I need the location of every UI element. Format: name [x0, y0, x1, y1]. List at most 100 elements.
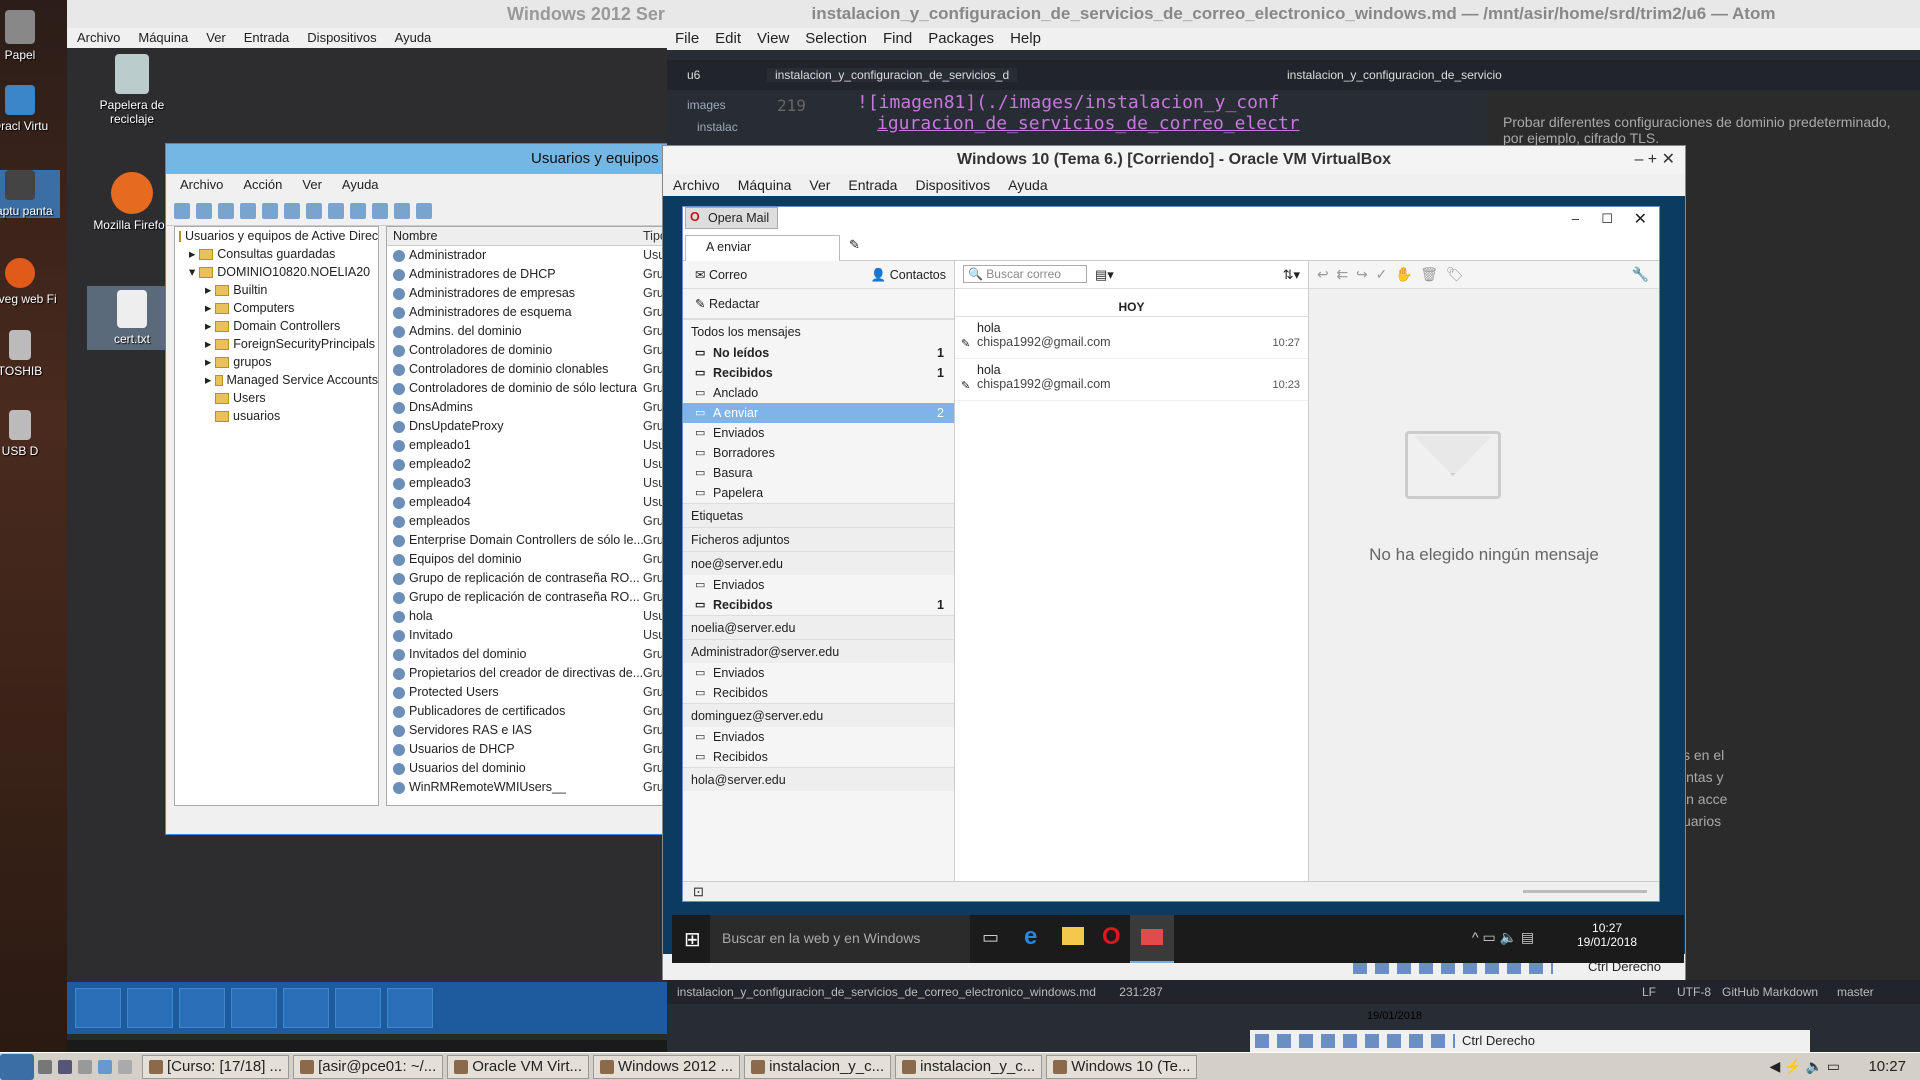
host-task-item[interactable]: instalacion_y_c...	[895, 1054, 1043, 1079]
show-tree-icon[interactable]	[240, 202, 256, 219]
tree-foreign[interactable]: ▸ ForeignSecurityPrincipals	[175, 335, 378, 353]
back-arrow-icon[interactable]	[174, 202, 190, 219]
table-row[interactable]: Administradores de DHCP Grup	[387, 265, 675, 284]
attachments-header[interactable]: Ficheros adjuntos	[683, 527, 954, 551]
firefox-taskbar-icon[interactable]	[283, 988, 329, 1028]
tree-images[interactable]: images	[687, 98, 726, 112]
labels-header[interactable]: Etiquetas	[683, 503, 954, 527]
usb-drive-icon[interactable]: USB D	[0, 410, 60, 458]
host-task-item[interactable]: Windows 2012 ...	[593, 1054, 741, 1079]
task-view-icon[interactable]: ▭	[982, 927, 999, 948]
account-folder-item[interactable]: ▭ Enviados	[683, 663, 954, 683]
papelera-icon-left[interactable]: Papel	[0, 10, 60, 62]
reply-all-icon[interactable]: ⇇	[1337, 266, 1349, 282]
folder-item[interactable]: ▭ Borradores	[683, 443, 954, 463]
table-row[interactable]: Protected Users Grup	[387, 683, 675, 702]
mail-button[interactable]: ✉ Correo	[683, 268, 747, 282]
filter-icon[interactable]	[394, 202, 410, 219]
properties-icon[interactable]	[262, 202, 278, 219]
systray-icons[interactable]: ^ ▭ 🔈 ▤	[1472, 929, 1534, 946]
opera-minimize-icon[interactable]: –	[1572, 211, 1579, 226]
menu-ver[interactable]: Ver	[206, 28, 226, 48]
forward-arrow-icon[interactable]	[196, 202, 212, 219]
quicklaunch-3-icon[interactable]	[78, 1059, 92, 1074]
settings-wrench-icon[interactable]: 🔧	[1632, 266, 1649, 283]
file-explorer-icon[interactable]	[1062, 927, 1084, 945]
refresh-icon[interactable]	[284, 202, 300, 219]
aduc-menu-ver[interactable]: Ver	[302, 174, 322, 196]
host-task-item[interactable]: [Curso: [17/18] ...	[142, 1054, 290, 1079]
reply-icon[interactable]: ↩	[1317, 266, 1329, 282]
folder-item[interactable]: ▭ Basura	[683, 463, 954, 483]
delete-icon[interactable]: 🗑	[1420, 266, 1438, 282]
win10-search-box[interactable]: Buscar en la web y en Windows	[710, 915, 970, 963]
status-file[interactable]: instalacion_y_configuracion_de_servicios…	[677, 985, 1096, 999]
opera-mail-taskbar-icon[interactable]	[1130, 915, 1174, 963]
powershell-icon[interactable]	[179, 988, 225, 1028]
explorer-icon[interactable]	[231, 988, 277, 1028]
account-header[interactable]: hola@server.edu	[683, 767, 954, 791]
table-row[interactable]: Propietarios del creador de directivas d…	[387, 664, 675, 683]
table-row[interactable]: DnsAdmins Grup	[387, 398, 675, 417]
forward-icon[interactable]: ↪	[1356, 266, 1368, 282]
quicklaunch-4-icon[interactable]	[98, 1059, 112, 1074]
toshiba-drive-icon[interactable]: TOSHIB	[0, 330, 60, 378]
table-row[interactable]: Admins. del dominio Grup	[387, 322, 675, 341]
table-row[interactable]: Usuarios del dominio Grup	[387, 759, 675, 778]
account-header[interactable]: Administrador@server.edu	[683, 639, 954, 663]
table-row[interactable]: Controladores de dominio clonables Grup	[387, 360, 675, 379]
atom-menu-find[interactable]: Find	[883, 28, 912, 50]
cert-file-icon[interactable]: cert.txt	[87, 286, 177, 350]
folder-item[interactable]: ▭ Papelera	[683, 483, 954, 503]
vbox-menu-ver[interactable]: Ver	[809, 174, 830, 196]
table-row[interactable]: Invitados del dominio Grup	[387, 645, 675, 664]
spam-icon[interactable]: ✋	[1395, 266, 1412, 282]
new-user-icon[interactable]	[350, 202, 366, 219]
atom-titlebar[interactable]: instalacion_y_configuracion_de_servicios…	[667, 0, 1920, 28]
panel-toggle-icon[interactable]: ⊡	[693, 884, 704, 900]
vbox-menu-ayuda[interactable]: Ayuda	[1008, 174, 1047, 196]
atom-menu-view[interactable]: View	[757, 28, 789, 50]
tree-users[interactable]: Users	[175, 389, 378, 407]
all-messages[interactable]: Todos los mensajes	[683, 319, 954, 343]
host-tray-icons[interactable]: ◀ ⚡ 🔈 ▭	[1769, 1058, 1840, 1075]
notepad-taskbar-icon[interactable]	[387, 988, 433, 1028]
minimize-icon[interactable]: –	[1634, 151, 1643, 168]
atom-menu-file[interactable]: File	[675, 28, 699, 50]
zoom-slider[interactable]	[1523, 890, 1647, 893]
win2012-titlebar[interactable]: Windows 2012 Ser	[67, 0, 667, 28]
table-row[interactable]: empleado4 Usua	[387, 493, 675, 512]
folder-item[interactable]: ▭ No leídos 1	[683, 343, 954, 363]
table-row[interactable]: empleados Grup	[387, 512, 675, 531]
maximize-icon[interactable]: +	[1648, 151, 1657, 168]
quicklaunch-5-icon[interactable]	[118, 1059, 132, 1074]
find-icon[interactable]	[416, 202, 432, 219]
close-icon[interactable]: ✕	[1662, 151, 1675, 168]
tree-u6[interactable]: u6	[687, 68, 700, 82]
host-task-item[interactable]: Windows 10 (Te...	[1046, 1054, 1198, 1079]
table-row[interactable]: empleado3 Usua	[387, 474, 675, 493]
table-row[interactable]: Equipos del dominio Grup	[387, 550, 675, 569]
new-tab-icon[interactable]: ✎	[849, 237, 860, 253]
menu-archivo[interactable]: Archivo	[77, 28, 120, 48]
account-header[interactable]: dominguez@server.edu	[683, 703, 954, 727]
table-row[interactable]: Controladores de dominio Grup	[387, 341, 675, 360]
folder-item[interactable]: ▭ A enviar 2	[683, 403, 954, 423]
table-row[interactable]: Invitado Usua	[387, 626, 675, 645]
browser-desktop-icon[interactable]: Naveg web Fi	[0, 258, 60, 306]
vbox-menu-entrada[interactable]: Entrada	[848, 174, 897, 196]
opera-close-icon[interactable]: ✕	[1634, 209, 1647, 229]
check-icon[interactable]: ✓	[1376, 266, 1388, 282]
compose-button[interactable]: ✎ Redactar	[683, 289, 954, 319]
tree-managed[interactable]: ▸ Managed Service Accounts	[175, 371, 378, 389]
export-icon[interactable]	[306, 202, 322, 219]
code-area[interactable]: ![imagen81](./images/instalacion_y_conf …	[767, 92, 1300, 134]
tree-builtin[interactable]: ▸ Builtin	[175, 281, 378, 299]
aduc-taskbar-icon[interactable]	[335, 988, 381, 1028]
folder-item[interactable]: ▭ Recibidos 1	[683, 363, 954, 383]
aduc-menu-archivo[interactable]: Archivo	[180, 174, 223, 196]
opera-app-button[interactable]: O Opera Mail	[685, 207, 779, 229]
host-task-item[interactable]: Oracle VM Virt...	[447, 1054, 590, 1079]
menu-ayuda[interactable]: Ayuda	[395, 28, 432, 48]
message-item[interactable]: ✎ hola chispa1992@gmail.com 10:27	[955, 317, 1308, 359]
